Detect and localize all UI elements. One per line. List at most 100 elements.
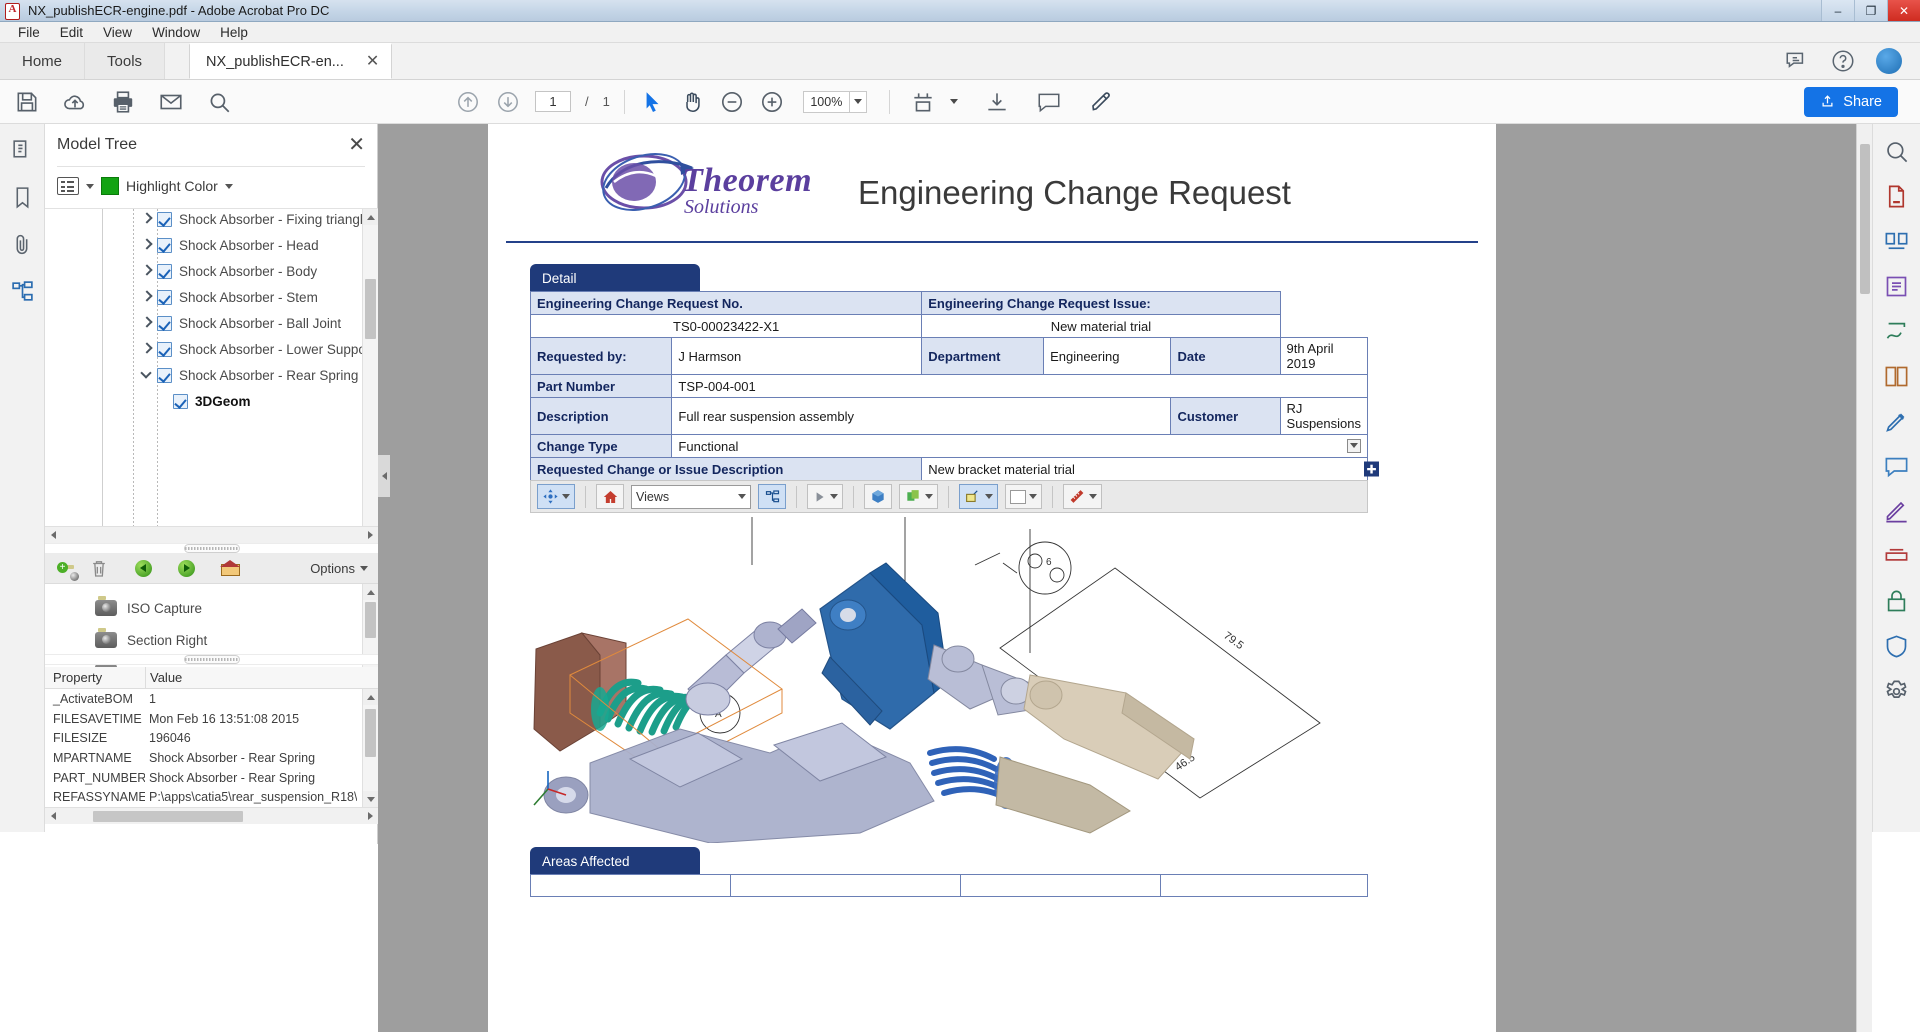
scroll-down-arrow-icon[interactable]	[363, 791, 378, 807]
zoom-dropdown-button[interactable]	[848, 90, 867, 113]
model-tree-toggle-icon[interactable]	[758, 484, 786, 509]
views-select[interactable]: Views	[631, 484, 751, 509]
account-avatar-icon[interactable]	[1876, 48, 1902, 74]
requested-change-cell[interactable]: New bracket material trial ✚	[921, 457, 1379, 481]
close-window-button[interactable]: ✕	[1887, 0, 1920, 21]
collapse-left-panel-handle[interactable]	[378, 455, 390, 497]
tree-node-0[interactable]: Shock Absorber - Fixing triangle	[45, 209, 370, 232]
document-vertical-scrollbar[interactable]	[1856, 124, 1872, 1032]
tab-document[interactable]: NX_publishECR-en... ✕	[189, 43, 393, 79]
page-thumbnails-icon[interactable]	[10, 138, 35, 163]
scrollbar-thumb[interactable]	[365, 602, 376, 638]
protect-icon[interactable]	[1883, 588, 1910, 615]
visibility-checkbox[interactable]	[157, 289, 172, 305]
properties-horizontal-scrollbar[interactable]	[45, 807, 378, 824]
chevron-down-icon-fit[interactable]	[949, 99, 958, 104]
chevron-right-icon[interactable]	[141, 317, 153, 329]
menu-file[interactable]: File	[8, 24, 50, 41]
property-row-0[interactable]: _ActivateBOM 1	[45, 689, 378, 709]
lighting-icon[interactable]	[899, 484, 938, 509]
menu-window[interactable]: Window	[142, 24, 210, 41]
properties-vertical-scrollbar[interactable]	[362, 689, 378, 807]
page-number-input[interactable]: 1	[535, 91, 571, 112]
delete-trash-icon[interactable]	[89, 558, 109, 579]
shield-icon[interactable]	[1883, 633, 1910, 660]
scrollbar-thumb-horizontal[interactable]	[93, 810, 243, 822]
scroll-up-arrow-icon[interactable]	[363, 209, 378, 225]
scroll-right-arrow-icon[interactable]	[362, 527, 378, 543]
play-animation-icon[interactable]	[807, 484, 843, 509]
search-icon[interactable]	[206, 89, 232, 115]
menu-view[interactable]: View	[93, 24, 142, 41]
properties-rows[interactable]: _ActivateBOM 1 FILESAVETIME Mon Feb 16 13:5…	[45, 689, 378, 807]
tab-tools[interactable]: Tools	[85, 43, 166, 79]
requested-by-value[interactable]: J Harmson	[671, 337, 923, 375]
chevron-right-icon[interactable]	[141, 213, 153, 225]
scroll-left-arrow-icon[interactable]	[45, 527, 61, 543]
close-icon[interactable]: ✕	[366, 53, 379, 70]
zoom-out-icon[interactable]	[719, 89, 745, 115]
compare-files-icon[interactable]	[1883, 363, 1910, 390]
chevron-right-icon[interactable]	[141, 265, 153, 277]
visibility-checkbox[interactable]	[157, 341, 172, 357]
bookmarks-icon[interactable]	[10, 185, 35, 210]
tree-node-1[interactable]: Shock Absorber - Head	[45, 232, 361, 258]
background-color-icon[interactable]	[1005, 484, 1042, 509]
home-view-icon[interactable]	[596, 484, 624, 509]
department-value[interactable]: Engineering	[1043, 337, 1172, 375]
email-icon[interactable]	[158, 89, 184, 115]
visibility-checkbox[interactable]	[157, 211, 172, 227]
chevron-down-icon-highlight[interactable]	[224, 183, 233, 189]
panel-splitter-2[interactable]	[45, 654, 378, 665]
property-row-1[interactable]: FILESAVETIME Mon Feb 16 13:51:08 2015	[45, 709, 378, 729]
scroll-up-arrow-icon[interactable]	[363, 689, 378, 705]
property-row-3[interactable]: MPARTNAME Shock Absorber - Rear Spring	[45, 748, 378, 768]
tree-node-6[interactable]: Shock Absorber - Rear Spring	[45, 362, 361, 388]
visibility-checkbox[interactable]	[157, 367, 172, 383]
tree-node-3[interactable]: Shock Absorber - Stem	[45, 284, 361, 310]
change-type-dropdown-button[interactable]	[1347, 438, 1361, 453]
download-page-icon[interactable]	[984, 89, 1010, 115]
menu-help[interactable]: Help	[210, 24, 258, 41]
document-viewport[interactable]: Theorem Solutions Engineering Change Req…	[378, 124, 1872, 1032]
close-icon[interactable]: ✕	[348, 135, 365, 155]
help-circle-icon[interactable]	[1830, 48, 1856, 74]
3d-model-viewport[interactable]: 79.5 46.5 6 A	[530, 513, 1368, 843]
model-tree-list[interactable]: Shock Absorber - Fixing triangle Shock Ab…	[45, 208, 378, 543]
change-type-cell[interactable]: Functional	[671, 434, 1368, 458]
scrollbar-thumb[interactable]	[365, 279, 376, 339]
render-mode-icon[interactable]	[864, 484, 892, 509]
visibility-checkbox[interactable]	[157, 315, 172, 331]
scroll-up-arrow-icon[interactable]	[363, 584, 379, 600]
part-number-value[interactable]: TSP-004-001	[671, 374, 1368, 398]
tree-node-4[interactable]: Shock Absorber - Ball Joint	[45, 310, 361, 336]
next-view-icon[interactable]	[178, 560, 195, 577]
comment-icon[interactable]	[1036, 89, 1062, 115]
attachments-paperclip-icon[interactable]	[10, 232, 35, 257]
minimize-button[interactable]: –	[1821, 0, 1854, 21]
scrollbar-thumb[interactable]	[365, 709, 376, 757]
measure-tool-icon[interactable]	[1063, 484, 1102, 509]
share-button[interactable]: Share	[1804, 86, 1898, 117]
menu-edit[interactable]: Edit	[50, 24, 93, 41]
customer-value[interactable]: RJ Suspensions	[1279, 397, 1369, 435]
expand-field-icon[interactable]: ✚	[1364, 461, 1379, 477]
panel-splitter-1[interactable]	[45, 543, 378, 554]
chevron-right-icon[interactable]	[141, 291, 153, 303]
tree-node-5[interactable]: Shock Absorber - Lower Support	[45, 336, 374, 362]
zoom-level-input[interactable]: 100%	[802, 90, 849, 113]
fit-page-icon[interactable]	[910, 89, 936, 115]
highlight-pen-icon[interactable]	[1088, 89, 1114, 115]
maximize-button[interactable]: ❐	[1854, 0, 1887, 21]
tree-node-7[interactable]: 3DGeom	[45, 388, 361, 414]
capture-item-1[interactable]: Section Right	[45, 624, 378, 656]
tree-horizontal-scrollbar[interactable]	[45, 526, 378, 543]
description-value[interactable]: Full rear suspension assembly	[671, 397, 1172, 435]
search-magnify-icon[interactable]	[1883, 138, 1910, 165]
hand-pan-icon[interactable]	[679, 89, 705, 115]
organize-pages-icon[interactable]	[1883, 228, 1910, 255]
comment-balloon-icon[interactable]	[1784, 48, 1810, 74]
zoom-in-icon[interactable]	[759, 89, 785, 115]
tab-home[interactable]: Home	[0, 43, 86, 79]
chevron-down-icon[interactable]	[141, 369, 153, 381]
